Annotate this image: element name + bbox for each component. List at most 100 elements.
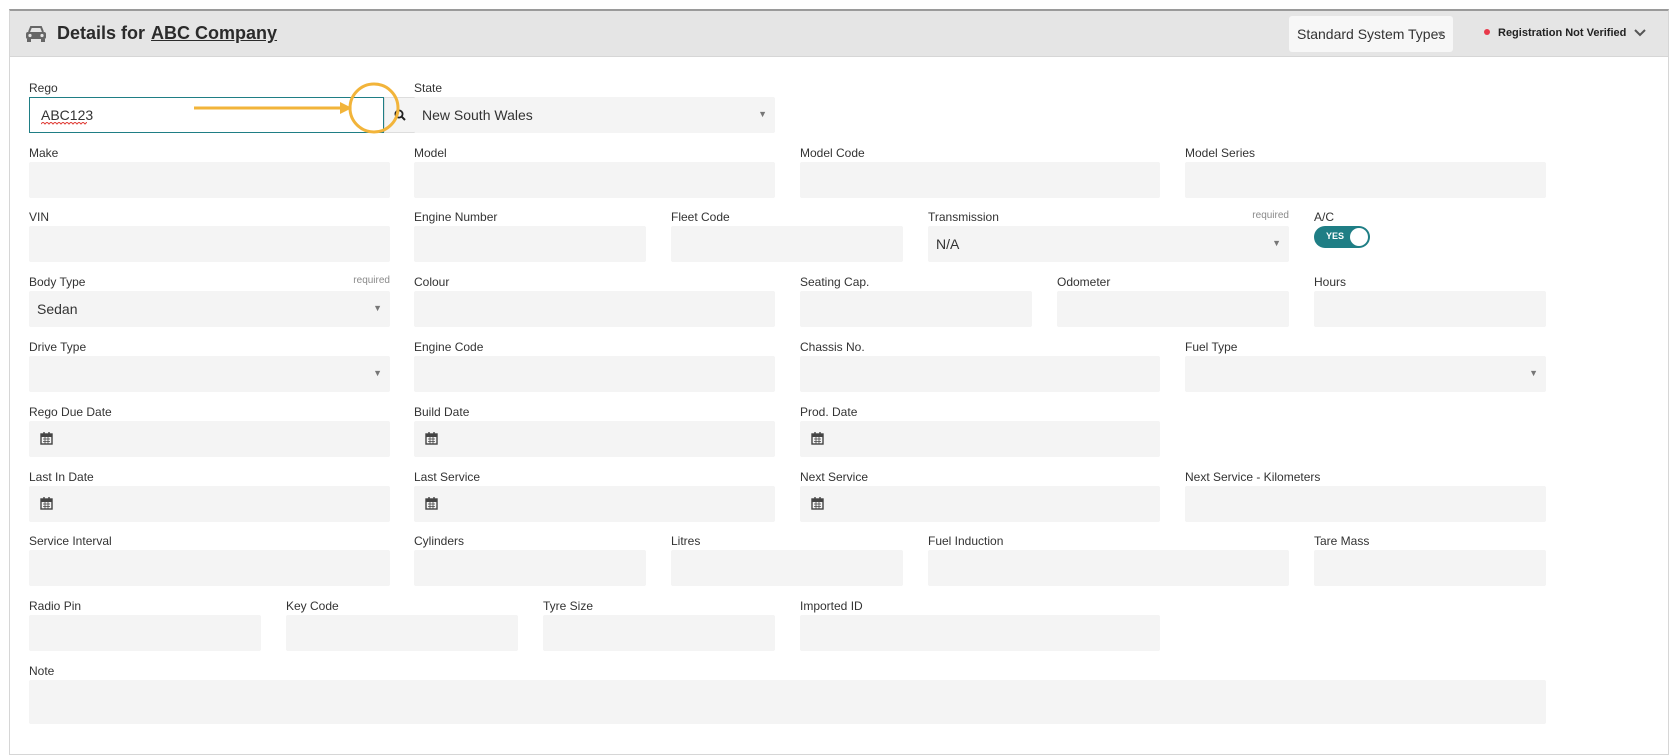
chassis-field: Chassis No. [800, 340, 1160, 396]
model-field: Model [414, 146, 775, 202]
body-type-label: Body Type [29, 275, 86, 289]
tare-mass-field: Tare Mass [1314, 534, 1546, 590]
prod-date-field: Prod. Date [800, 405, 1160, 461]
next-service-field: Next Service [800, 470, 1160, 526]
note-textarea[interactable] [29, 680, 1546, 724]
state-field: State New South Wales ▼ [414, 81, 775, 137]
state-label: State [414, 81, 443, 95]
cylinders-label: Cylinders [414, 534, 465, 548]
rego-due-date-input[interactable] [29, 421, 390, 457]
make-input[interactable] [29, 162, 390, 198]
fuel-type-select[interactable]: ▼ [1185, 356, 1546, 392]
litres-label: Litres [671, 534, 701, 548]
model-series-input[interactable] [1185, 162, 1546, 198]
last-in-date-field: Last In Date [29, 470, 390, 526]
key-code-field: Key Code [286, 599, 518, 655]
imported-id-field: Imported ID [800, 599, 1160, 655]
odometer-field: Odometer [1057, 275, 1289, 331]
tyre-size-label: Tyre Size [543, 599, 594, 613]
calendar-icon [40, 497, 53, 510]
chevron-down-icon[interactable] [1631, 23, 1649, 41]
engine-code-label: Engine Code [414, 340, 484, 354]
calendar-icon [425, 432, 438, 445]
note-field: Note [29, 664, 1546, 724]
fleet-code-input[interactable] [671, 226, 903, 262]
litres-field: Litres [671, 534, 903, 590]
rego-search-button[interactable] [384, 97, 415, 133]
key-code-label: Key Code [286, 599, 339, 613]
odometer-input[interactable] [1057, 291, 1289, 327]
service-interval-field: Service Interval [29, 534, 390, 590]
rego-field: Rego [29, 81, 424, 137]
state-select[interactable]: New South Wales ▼ [414, 97, 775, 133]
next-service-km-input[interactable] [1185, 486, 1546, 522]
tyre-size-input[interactable] [543, 615, 775, 651]
tare-mass-input[interactable] [1314, 550, 1546, 586]
body-type-select[interactable]: Sedan ▼ [29, 291, 390, 327]
fuel-induction-input[interactable] [928, 550, 1289, 586]
seating-field: Seating Cap. [800, 275, 1032, 331]
engine-number-input[interactable] [414, 226, 646, 262]
required-note: required [353, 275, 390, 286]
seating-label: Seating Cap. [800, 275, 870, 289]
build-date-field: Build Date [414, 405, 775, 461]
build-date-input[interactable] [414, 421, 775, 457]
colour-input[interactable] [414, 291, 775, 327]
rego-label: Rego [29, 81, 58, 95]
next-service-input[interactable] [800, 486, 1160, 522]
engine-code-input[interactable] [414, 356, 775, 392]
radio-pin-input[interactable] [29, 615, 261, 651]
litres-input[interactable] [671, 550, 903, 586]
ac-toggle-text: YES [1326, 231, 1345, 241]
build-date-label: Build Date [414, 405, 470, 419]
chassis-label: Chassis No. [800, 340, 865, 354]
car-icon [26, 26, 46, 42]
prod-date-input[interactable] [800, 421, 1160, 457]
service-interval-input[interactable] [29, 550, 390, 586]
last-service-input[interactable] [414, 486, 775, 522]
search-icon [394, 109, 406, 121]
last-service-label: Last Service [414, 470, 481, 484]
tare-mass-label: Tare Mass [1314, 534, 1370, 548]
caret-down-icon: ▼ [1529, 368, 1538, 378]
system-types-select[interactable]: Standard System Types ▼ [1289, 16, 1453, 52]
required-note: required [1252, 210, 1289, 221]
last-in-date-input[interactable] [29, 486, 390, 522]
model-input[interactable] [414, 162, 775, 198]
ac-toggle[interactable]: YES [1314, 226, 1370, 248]
body-type-value: Sedan [37, 301, 78, 317]
state-value: New South Wales [422, 107, 533, 123]
model-code-input[interactable] [800, 162, 1160, 198]
hours-input[interactable] [1314, 291, 1546, 327]
rego-due-date-field: Rego Due Date [29, 405, 390, 461]
drive-type-select[interactable]: ▼ [29, 356, 390, 392]
calendar-icon [811, 432, 824, 445]
imported-id-input[interactable] [800, 615, 1160, 651]
engine-code-field: Engine Code [414, 340, 775, 396]
cylinders-input[interactable] [414, 550, 646, 586]
page-title: Details for ABC Company [57, 23, 277, 44]
vin-label: VIN [29, 210, 50, 224]
rego-input[interactable] [29, 97, 384, 133]
seating-input[interactable] [800, 291, 1032, 327]
panel-header: Details for ABC Company Standard System T… [10, 11, 1668, 57]
fuel-type-label: Fuel Type [1185, 340, 1238, 354]
body-type-field: Body Type required Sedan ▼ [29, 275, 390, 331]
note-label: Note [29, 664, 55, 678]
next-service-km-field: Next Service - Kilometers [1185, 470, 1546, 526]
hours-label: Hours [1314, 275, 1347, 289]
vin-input[interactable] [29, 226, 390, 262]
model-code-field: Model Code [800, 146, 1160, 202]
hours-field: Hours [1314, 275, 1546, 331]
model-series-label: Model Series [1185, 146, 1256, 160]
last-service-field: Last Service [414, 470, 775, 526]
transmission-label: Transmission [928, 210, 999, 224]
chassis-input[interactable] [800, 356, 1160, 392]
company-link[interactable]: ABC Company [151, 23, 277, 43]
colour-field: Colour [414, 275, 775, 331]
transmission-select[interactable]: N/A ▼ [928, 226, 1289, 262]
registration-status-text: Registration Not Verified [1498, 27, 1627, 39]
key-code-input[interactable] [286, 615, 518, 651]
last-in-date-label: Last In Date [29, 470, 94, 484]
spellcheck-underline [41, 122, 87, 125]
